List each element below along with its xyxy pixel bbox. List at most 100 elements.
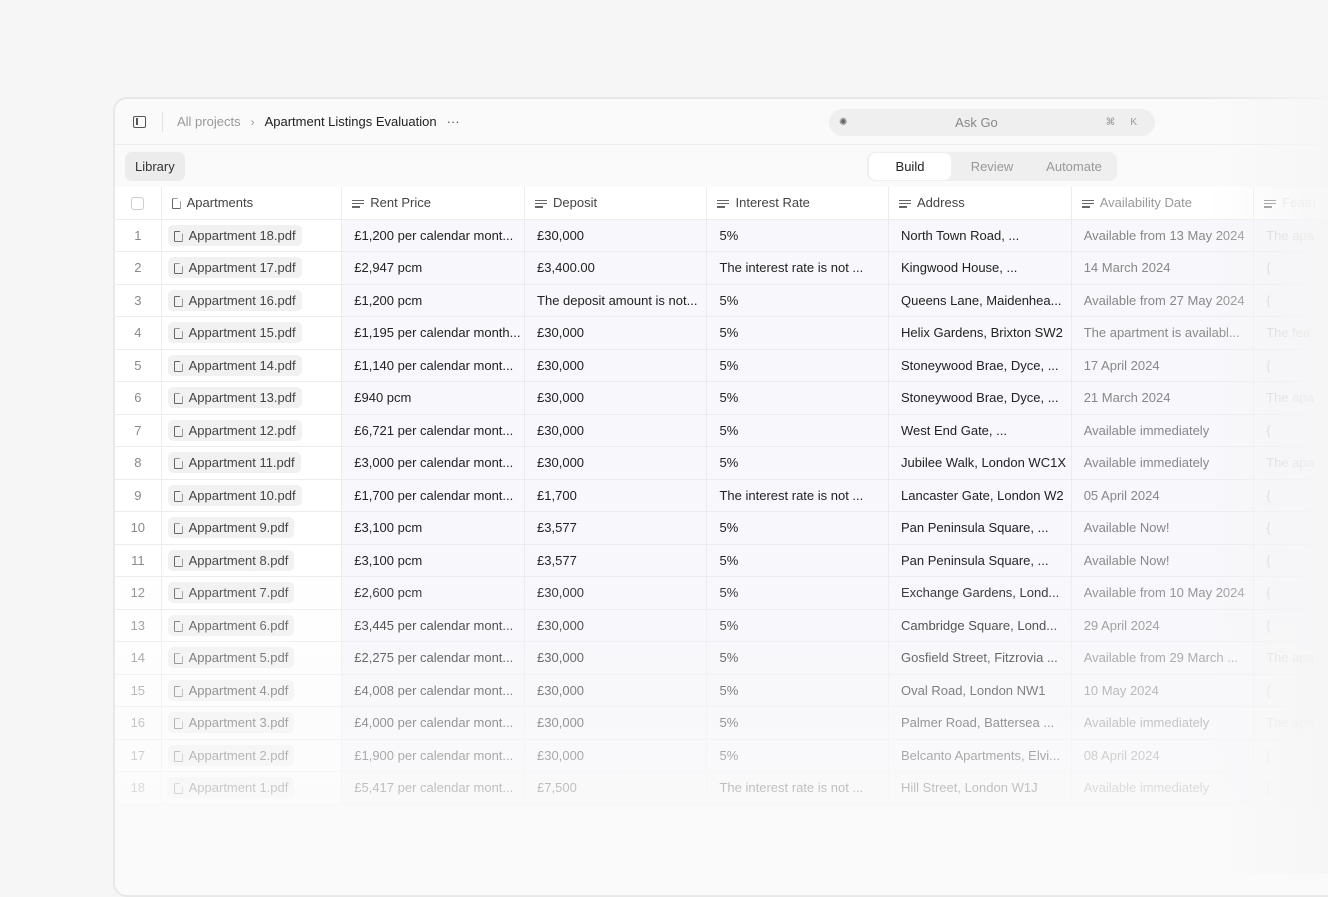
table-row[interactable]: 6 Appartment 13.pdf £940 pcm £30,000 5% Stone…	[115, 381, 1328, 415]
table-row[interactable]: 1 Appartment 18.pdf £1,200 per calendar mo…	[115, 219, 1328, 252]
cell-features[interactable]: {	[1253, 349, 1328, 382]
cell-address[interactable]: Lancaster Gate, London W2	[888, 479, 1072, 512]
cell-address[interactable]: Stoneywood Brae, Dyce, ...	[888, 381, 1072, 415]
tab-build[interactable]: Build	[869, 153, 951, 180]
cell-deposit[interactable]: The deposit amount is not...	[524, 284, 708, 317]
file-chip[interactable]: Appartment 15.pdf	[167, 322, 302, 344]
file-chip[interactable]: Appartment 12.pdf	[167, 419, 302, 441]
tab-review[interactable]: Review	[951, 153, 1033, 180]
cell-availability-date[interactable]: Available Now!	[1071, 511, 1255, 545]
cell-rent-price[interactable]: £1,195 per calendar month...	[341, 316, 526, 350]
cell-features[interactable]: {	[1253, 674, 1328, 707]
cell-rent-price[interactable]: £3,445 per calendar mont...	[341, 609, 526, 642]
cell-deposit[interactable]: £7,500	[524, 771, 708, 805]
cell-interest-rate[interactable]: 5%	[706, 706, 889, 740]
cell-interest-rate[interactable]: The interest rate is not ...	[706, 479, 889, 512]
file-chip[interactable]: Appartment 9.pdf	[167, 517, 295, 539]
cell-address[interactable]: Cambridge Square, Lond...	[888, 609, 1072, 642]
cell-features[interactable]: {	[1253, 414, 1328, 447]
cell-interest-rate[interactable]: 5%	[706, 349, 889, 382]
file-chip[interactable]: Appartment 16.pdf	[167, 289, 302, 311]
cell-features[interactable]: {	[1253, 739, 1328, 772]
cell-availability-date[interactable]: 05 April 2024	[1071, 479, 1255, 512]
cell-address[interactable]: Gosfield Street, Fitzrovia ...	[888, 641, 1072, 675]
column-header-availability-date[interactable]: Availability Date	[1071, 187, 1255, 220]
sidebar-toggle-icon[interactable]	[133, 115, 146, 128]
file-chip[interactable]: Appartment 6.pdf	[167, 614, 295, 636]
cell-rent-price[interactable]: £940 pcm	[341, 381, 526, 415]
cell-availability-date[interactable]: 08 April 2024	[1071, 739, 1255, 772]
column-header-features[interactable]: Featu	[1253, 187, 1328, 220]
cell-address[interactable]: Pan Peninsula Square, ...	[888, 511, 1072, 545]
cell-availability-date[interactable]: The apartment is availabl...	[1071, 316, 1255, 350]
cell-address[interactable]: Exchange Gardens, Lond...	[888, 576, 1072, 610]
cell-deposit[interactable]: £30,000	[524, 219, 708, 252]
cell-rent-price[interactable]: £3,000 per calendar mont...	[341, 446, 526, 480]
cell-rent-price[interactable]: £1,900 per calendar mont...	[341, 739, 526, 772]
column-header-rent-price[interactable]: Rent Price	[341, 187, 526, 220]
cell-rent-price[interactable]: £1,140 per calendar mont...	[341, 349, 526, 382]
ask-go-search[interactable]: ✺ Ask Go ⌘ K	[829, 109, 1155, 136]
cell-features[interactable]: The apa	[1253, 706, 1328, 740]
cell-deposit[interactable]: £30,000	[524, 446, 708, 480]
table-row[interactable]: 10 Appartment 9.pdf £3,100 pcm £3,577 5% Pan …	[115, 511, 1328, 545]
cell-interest-rate[interactable]: 5%	[706, 511, 889, 545]
cell-interest-rate[interactable]: 5%	[706, 739, 889, 772]
cell-availability-date[interactable]: Available immediately	[1071, 414, 1255, 447]
cell-availability-date[interactable]: 14 March 2024	[1071, 251, 1255, 285]
cell-rent-price[interactable]: £5,417 per calendar mont...	[341, 771, 526, 805]
file-chip[interactable]: Appartment 14.pdf	[167, 354, 302, 376]
table-row[interactable]: 15 Appartment 4.pdf £4,008 per calendar mo…	[115, 674, 1328, 707]
cell-deposit[interactable]: £1,700	[524, 479, 708, 512]
cell-interest-rate[interactable]: 5%	[706, 316, 889, 350]
cell-address[interactable]: Jubilee Walk, London WC1X	[888, 446, 1072, 480]
cell-address[interactable]: North Town Road, ...	[888, 219, 1072, 252]
cell-availability-date[interactable]: 10 May 2024	[1071, 674, 1255, 707]
cell-features[interactable]: The apa	[1253, 219, 1328, 252]
cell-rent-price[interactable]: £1,200 per calendar mont...	[341, 219, 526, 252]
cell-availability-date[interactable]: Available immediately	[1071, 446, 1255, 480]
file-chip[interactable]: Appartment 4.pdf	[167, 679, 295, 701]
column-header-interest-rate[interactable]: Interest Rate	[706, 187, 889, 220]
table-row[interactable]: 17 Appartment 2.pdf £1,900 per calendar mo…	[115, 739, 1328, 772]
cell-interest-rate[interactable]: 5%	[706, 544, 889, 577]
table-row[interactable]: 12 Appartment 7.pdf £2,600 pcm £30,000 5% Exc…	[115, 576, 1328, 610]
file-chip[interactable]: Appartment 8.pdf	[167, 549, 295, 571]
cell-features[interactable]: {	[1253, 544, 1328, 577]
cell-interest-rate[interactable]: 5%	[706, 576, 889, 610]
file-chip[interactable]: Appartment 1.pdf	[167, 777, 295, 799]
cell-features[interactable]: {	[1253, 576, 1328, 610]
cell-availability-date[interactable]: Available from 10 May 2024	[1071, 576, 1255, 610]
library-button[interactable]: Library	[125, 151, 185, 181]
cell-deposit[interactable]: £30,000	[524, 349, 708, 382]
cell-availability-date[interactable]: Available from 27 May 2024	[1071, 284, 1255, 317]
cell-availability-date[interactable]: Available Now!	[1071, 544, 1255, 577]
cell-deposit[interactable]: £30,000	[524, 674, 708, 707]
cell-features[interactable]: The fea	[1253, 316, 1328, 350]
cell-rent-price[interactable]: £2,947 pcm	[341, 251, 526, 285]
cell-availability-date[interactable]: Available immediately	[1071, 706, 1255, 740]
cell-availability-date[interactable]: Available from 13 May 2024	[1071, 219, 1255, 252]
table-row[interactable]: 11 Appartment 8.pdf £3,100 pcm £3,577 5% Pan …	[115, 544, 1328, 577]
column-header-address[interactable]: Address	[888, 187, 1072, 220]
cell-rent-price[interactable]: £1,200 pcm	[341, 284, 526, 317]
more-options-icon[interactable]: ···	[447, 114, 460, 129]
table-row[interactable]: 7 Appartment 12.pdf £6,721 per calendar mo…	[115, 414, 1328, 447]
cell-deposit[interactable]: £3,577	[524, 544, 708, 577]
cell-interest-rate[interactable]: 5%	[706, 381, 889, 415]
cell-rent-price[interactable]: £3,100 pcm	[341, 544, 526, 577]
cell-address[interactable]: Kingwood House, ...	[888, 251, 1072, 285]
cell-deposit[interactable]: £3,577	[524, 511, 708, 545]
cell-address[interactable]: Hill Street, London W1J	[888, 771, 1072, 805]
cell-interest-rate[interactable]: 5%	[706, 284, 889, 317]
cell-interest-rate[interactable]: 5%	[706, 609, 889, 642]
cell-address[interactable]: Queens Lane, Maidenhea...	[888, 284, 1072, 317]
cell-interest-rate[interactable]: The interest rate is not ...	[706, 251, 889, 285]
tab-automate[interactable]: Automate	[1033, 153, 1115, 180]
file-chip[interactable]: Appartment 10.pdf	[167, 484, 302, 506]
cell-features[interactable]: {	[1253, 284, 1328, 317]
cell-interest-rate[interactable]: 5%	[706, 219, 889, 252]
cell-deposit[interactable]: £30,000	[524, 576, 708, 610]
cell-features[interactable]: {	[1253, 771, 1328, 805]
cell-deposit[interactable]: £30,000	[524, 381, 708, 415]
